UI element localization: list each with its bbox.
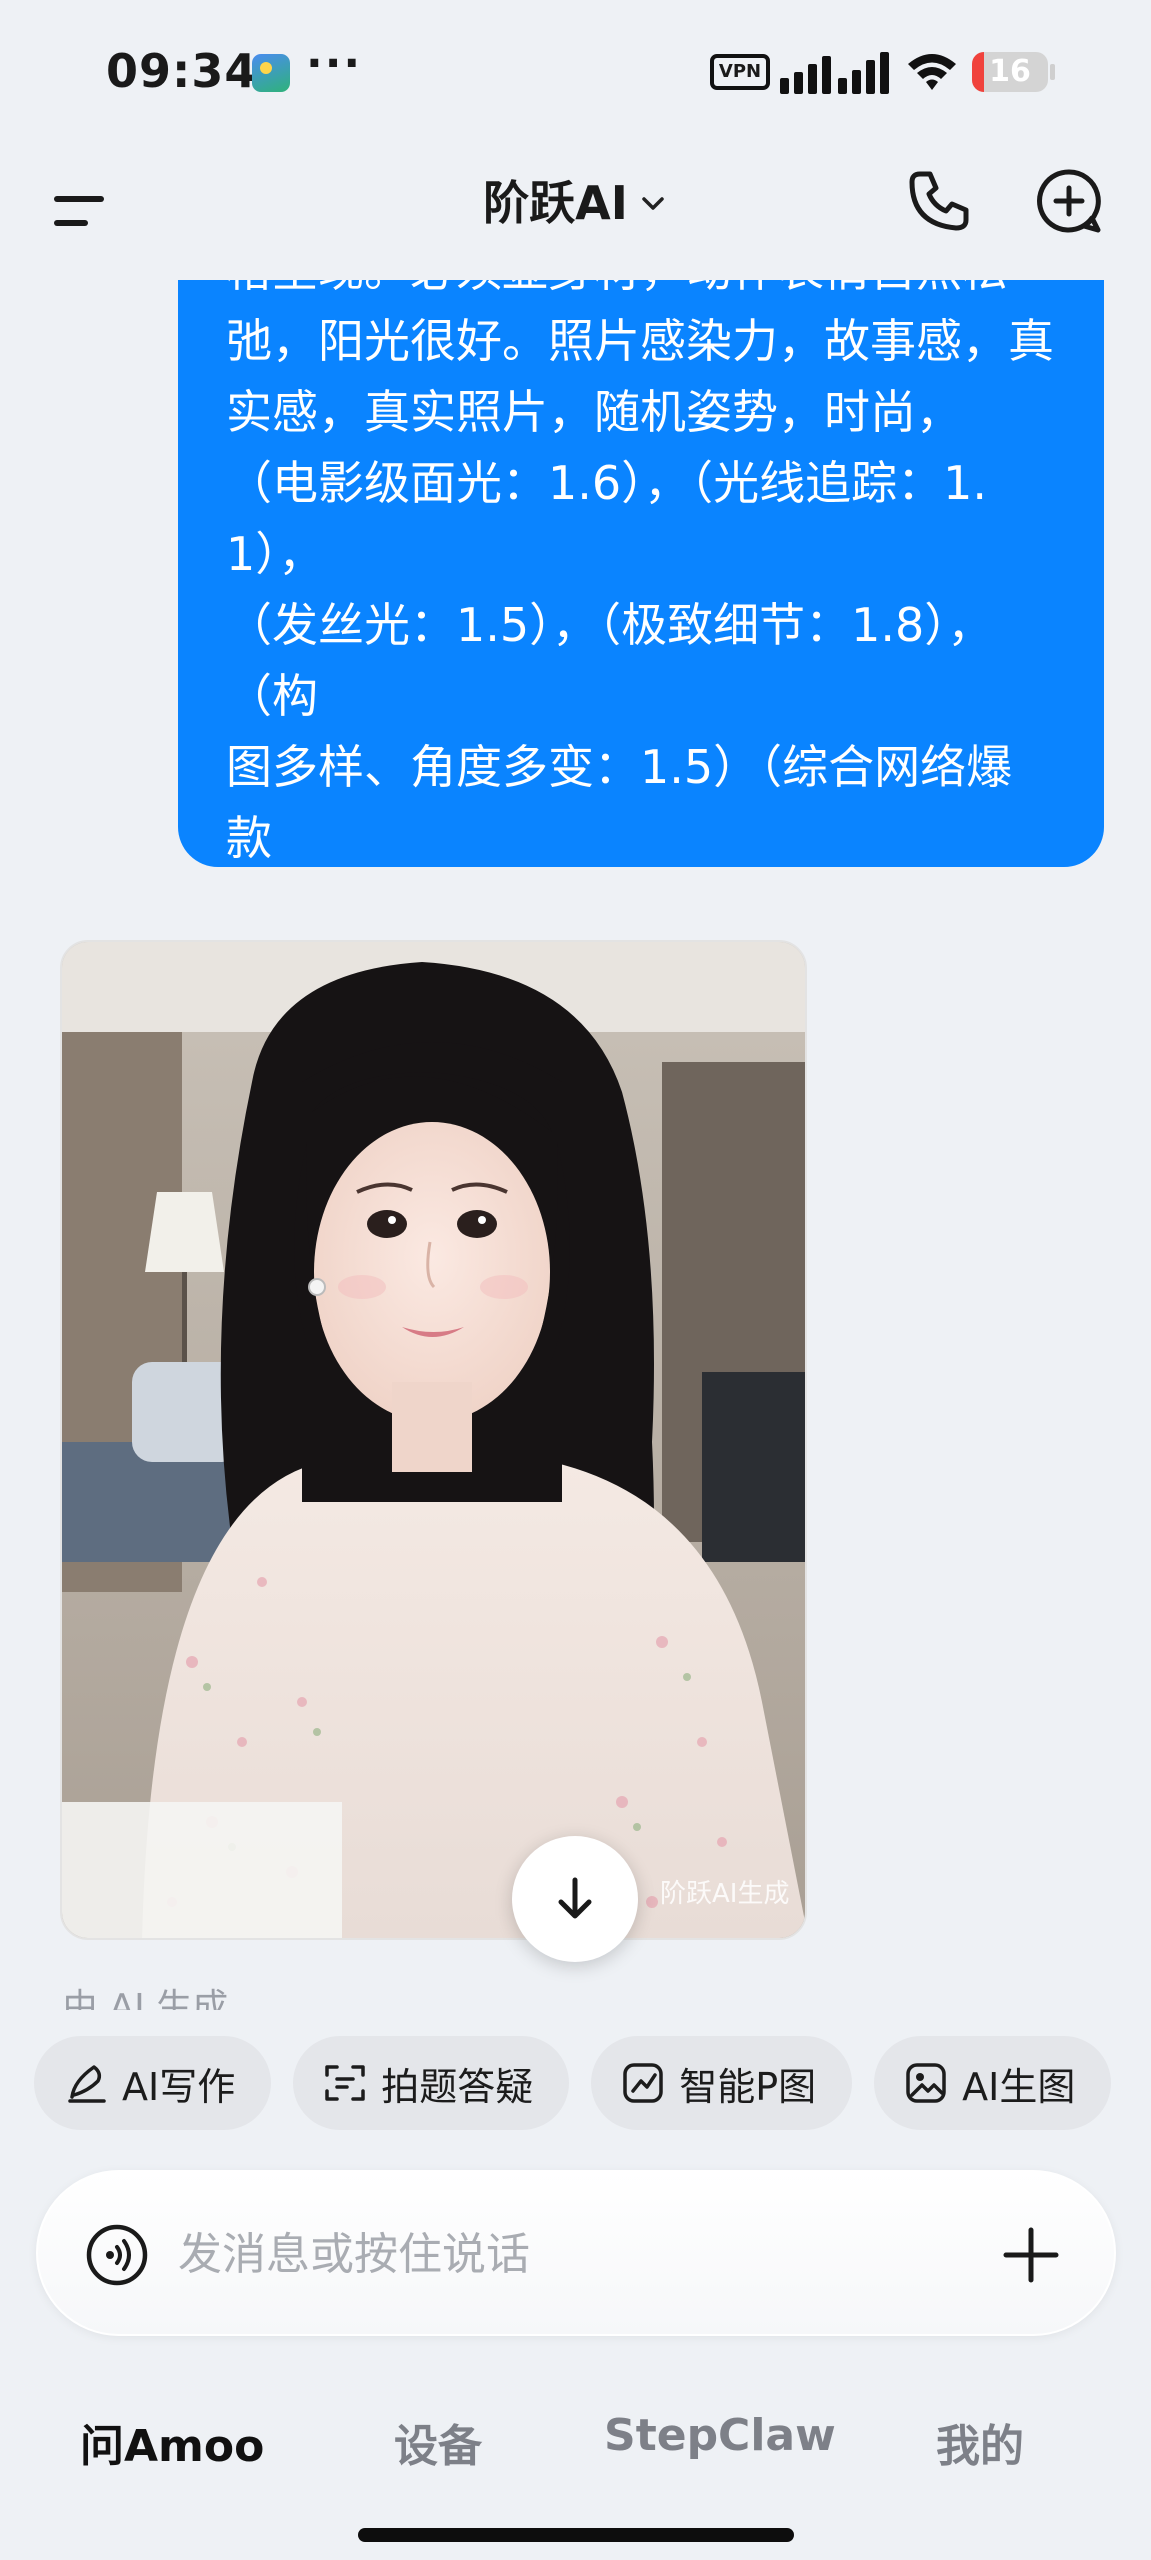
scan-icon	[325, 2065, 365, 2101]
tab-stepclaw[interactable]: StepClaw	[604, 2410, 836, 2461]
vpn-icon: VPN	[710, 54, 770, 90]
tab-amoo[interactable]: 问Amoo	[80, 2410, 264, 2474]
gallery-app-icon	[252, 54, 290, 92]
status-time: 09:34	[106, 44, 258, 98]
voice-icon[interactable]	[86, 2224, 148, 2286]
nav-bar: 阶跃AI	[0, 150, 1151, 280]
portrait-illustration: 阶跃AI生成	[62, 942, 805, 1938]
image-watermark: 阶跃AI生成	[660, 1879, 789, 1909]
wifi-icon	[908, 54, 956, 90]
quick-action-label: 智能P图	[679, 2064, 817, 2109]
signal-icon	[780, 52, 889, 94]
image-icon	[906, 2063, 946, 2103]
quick-action-ai-writing[interactable]: AI写作	[34, 2036, 272, 2130]
message-input-box	[36, 2170, 1116, 2336]
more-notifications-icon: ···	[306, 38, 363, 89]
chevron-down-icon	[642, 197, 664, 210]
chat-area[interactable]: 格呈现。必须显身材，动作表情自然松 弛，阳光很好。照片感染力，故事感，真 实感，…	[0, 280, 1151, 2010]
quick-action-label: AI生图	[962, 2064, 1076, 2109]
download-button[interactable]	[512, 1836, 638, 1962]
home-indicator[interactable]	[358, 2528, 794, 2542]
quick-action-smart-edit[interactable]: 智能P图	[591, 2036, 853, 2130]
quick-actions: AI写作 拍题答疑 智能P图 AI生图	[34, 2036, 1118, 2134]
phone-icon[interactable]	[906, 168, 972, 234]
battery-percent: 16	[989, 54, 1031, 89]
battery-tip	[1050, 64, 1055, 80]
image-edit-icon	[623, 2063, 663, 2103]
new-chat-icon[interactable]	[1036, 168, 1102, 234]
tab-me[interactable]: 我的	[936, 2410, 1024, 2474]
battery-icon: 16	[972, 52, 1048, 92]
quick-action-label: 拍题答疑	[381, 2064, 534, 2109]
message-input[interactable]	[178, 2224, 878, 2286]
arrow-down-icon	[558, 1877, 592, 1919]
status-bar: 09:34 ··· VPN 16	[0, 0, 1151, 150]
bottom-tab-bar: 问Amoo 设备 StepClaw 我的	[0, 2390, 1151, 2500]
menu-icon[interactable]	[50, 182, 110, 242]
quick-action-ai-image[interactable]: AI生图	[874, 2036, 1112, 2130]
generated-image[interactable]: 阶跃AI生成	[60, 940, 807, 1940]
ai-generated-note: 由 AI 生成	[62, 1987, 229, 2010]
user-message-text: 格呈现。必须显身材，动作表情自然松 弛，阳光很好。照片感染力，故事感，真 实感，…	[226, 280, 1054, 865]
quick-action-label: AI写作	[122, 2064, 236, 2109]
page-title: 阶跃AI	[483, 176, 628, 230]
quick-action-photo-qa[interactable]: 拍题答疑	[293, 2036, 570, 2130]
title-dropdown[interactable]: 阶跃AI	[0, 150, 1151, 250]
user-message-bubble[interactable]: 格呈现。必须显身材，动作表情自然松 弛，阳光很好。照片感染力，故事感，真 实感，…	[178, 280, 1104, 867]
chat-screen: 09:34 ··· VPN 16 阶跃AI 弛，阳光很好。照片感染力，故事感，真…	[0, 0, 1151, 2560]
tab-devices[interactable]: 设备	[394, 2410, 482, 2474]
pen-icon	[68, 2065, 106, 2103]
plus-icon[interactable]	[1000, 2224, 1062, 2286]
